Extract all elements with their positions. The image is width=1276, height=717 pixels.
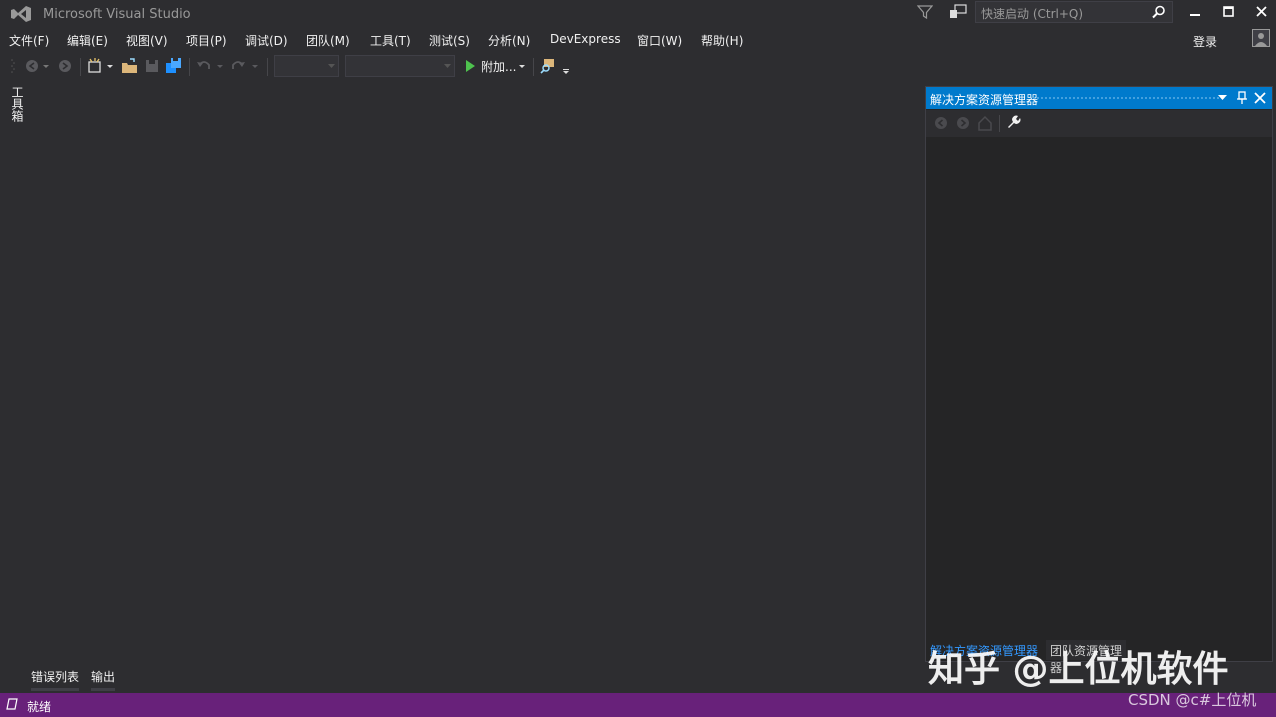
solution-configuration-combo[interactable] — [274, 55, 339, 77]
solution-explorer-header[interactable]: 解决方案资源管理器 — [926, 87, 1272, 109]
toolbar-grip-icon[interactable] — [10, 57, 16, 75]
navigate-forward-icon[interactable] — [56, 57, 74, 75]
chevron-down-icon — [444, 64, 451, 68]
redo-icon[interactable] — [229, 57, 247, 75]
start-play-icon[interactable] — [463, 57, 477, 75]
window-position-dropdown-icon[interactable] — [1218, 94, 1227, 102]
visual-studio-logo-icon — [11, 6, 31, 22]
close-button[interactable] — [1245, 0, 1276, 24]
tab-output[interactable]: 输出 — [91, 668, 115, 685]
toolbar-separator — [999, 115, 1000, 132]
menu-project[interactable]: 项目(P) — [186, 32, 227, 49]
quick-launch-input[interactable]: 快速启动 (Ctrl+Q) — [975, 1, 1173, 23]
solution-explorer-title: 解决方案资源管理器 — [930, 93, 1039, 107]
zhihu-watermark: 知乎 @上位机软件 — [928, 649, 1229, 690]
filter-icon[interactable] — [917, 4, 933, 20]
csdn-watermark: CSDN @c#上位机 — [1128, 691, 1257, 709]
navigate-back-icon[interactable] — [24, 57, 42, 75]
pin-icon[interactable] — [1236, 91, 1248, 105]
menu-team[interactable]: 团队(M) — [306, 32, 350, 49]
attach-button[interactable]: 附加... — [481, 58, 516, 75]
forward-icon[interactable] — [955, 115, 971, 131]
menu-tools[interactable]: 工具(T) — [370, 32, 411, 49]
solution-explorer-toolbar — [926, 110, 1272, 137]
attach-dropdown-icon[interactable] — [518, 57, 526, 75]
window-title: Microsoft Visual Studio — [43, 7, 191, 22]
back-dropdown-icon[interactable] — [42, 57, 50, 75]
chevron-down-icon — [328, 64, 335, 68]
menu-devexpress[interactable]: DevExpress — [550, 32, 621, 46]
menu-analyze[interactable]: 分析(N) — [488, 32, 530, 49]
menu-help[interactable]: 帮助(H) — [701, 32, 743, 49]
back-icon[interactable] — [933, 115, 949, 131]
status-ready-icon — [6, 698, 18, 710]
solution-explorer-tree[interactable] — [926, 137, 1272, 640]
toolbox-label[interactable]: 工具箱 — [9, 86, 26, 122]
undo-dropdown-icon[interactable] — [216, 57, 224, 75]
tab-error-list[interactable]: 错误列表 — [31, 668, 79, 685]
status-bar — [0, 693, 1276, 717]
toolbar-separator — [189, 58, 190, 76]
tab-indicator — [91, 688, 115, 691]
new-project-icon[interactable] — [86, 57, 104, 75]
menu-view[interactable]: 视图(V) — [126, 32, 168, 49]
sign-in-link[interactable]: 登录 — [1193, 33, 1217, 50]
save-all-icon[interactable] — [165, 57, 183, 75]
tab-indicator — [31, 688, 79, 691]
redo-dropdown-icon[interactable] — [251, 57, 259, 75]
toolbar-separator — [267, 58, 268, 76]
feedback-icon[interactable] — [949, 4, 967, 20]
account-avatar-icon[interactable] — [1252, 29, 1270, 47]
document-area — [0, 80, 925, 692]
new-dropdown-icon[interactable] — [106, 57, 114, 75]
menu-file[interactable]: 文件(F) — [9, 32, 49, 49]
quick-launch-placeholder: 快速启动 (Ctrl+Q) — [981, 7, 1084, 21]
toolbar-separator — [533, 58, 534, 76]
title-grip-pattern — [1032, 96, 1222, 101]
solution-platform-combo[interactable] — [345, 55, 455, 77]
home-icon[interactable] — [977, 115, 993, 131]
menu-test[interactable]: 测试(S) — [429, 32, 470, 49]
maximize-button[interactable] — [1212, 0, 1246, 24]
status-text: 就绪 — [27, 700, 52, 714]
undo-icon[interactable] — [195, 57, 213, 75]
toolbar-options-icon[interactable] — [561, 57, 571, 75]
toolbar-separator — [80, 58, 81, 76]
standard-toolbar: 附加... — [0, 52, 925, 80]
save-icon[interactable] — [143, 57, 161, 75]
properties-wrench-icon[interactable] — [1006, 115, 1022, 131]
open-file-icon[interactable] — [121, 57, 139, 75]
menu-window[interactable]: 窗口(W) — [637, 32, 682, 49]
menu-debug[interactable]: 调试(D) — [245, 32, 288, 49]
search-icon[interactable] — [1152, 5, 1166, 19]
close-icon[interactable] — [1254, 92, 1266, 104]
menu-edit[interactable]: 编辑(E) — [67, 32, 108, 49]
minimize-button[interactable] — [1178, 0, 1212, 24]
find-in-files-icon[interactable] — [540, 57, 558, 75]
